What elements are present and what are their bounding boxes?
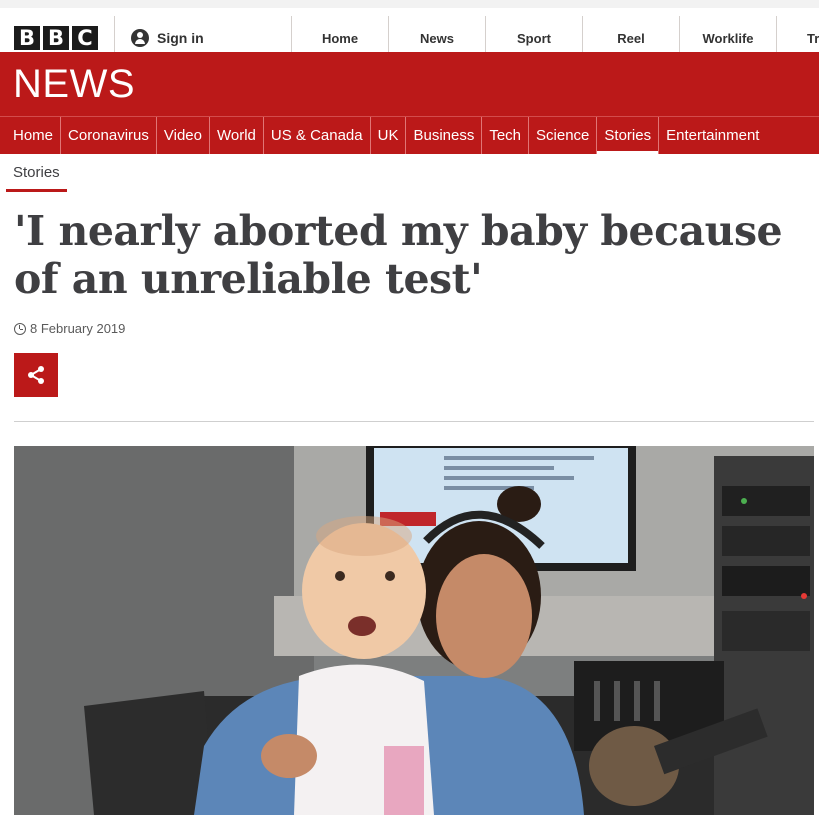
subnav-entertainment[interactable]: Entertainment (659, 117, 766, 154)
share-button[interactable] (14, 353, 58, 397)
share-icon (28, 366, 44, 384)
divider (14, 421, 814, 422)
section-navigation: Home Coronavirus Video World US & Canada… (0, 116, 819, 154)
subnav-uk[interactable]: UK (371, 117, 407, 154)
subnav-business[interactable]: Business (406, 117, 483, 154)
clock-icon (14, 322, 26, 335)
subnav-us-canada[interactable]: US & Canada (264, 117, 371, 154)
subnav-world[interactable]: World (210, 117, 264, 154)
subnav-stories[interactable]: Stories (597, 117, 660, 154)
bbc-logo-letter: B (43, 26, 69, 50)
hero-image (14, 446, 814, 815)
news-banner: NEWS (0, 52, 819, 116)
subnav-home[interactable]: Home (0, 117, 62, 154)
user-icon (131, 29, 149, 47)
section-label-stories[interactable]: Stories (6, 154, 67, 192)
article-date-text: 8 February 2019 (30, 321, 126, 336)
subnav-video[interactable]: Video (157, 117, 210, 154)
bbc-logo-letter: B (14, 26, 40, 50)
top-masthead: B B C Sign in Home News Sport Reel Workl… (0, 0, 819, 60)
bbc-logo-letter: C (72, 26, 98, 50)
hero-photo-illustration (14, 446, 814, 815)
article-headline: 'I nearly aborted my baby because of an … (14, 207, 783, 303)
news-wordmark-link[interactable]: NEWS (13, 62, 135, 107)
sign-in-label: Sign in (157, 30, 204, 46)
article-date: 8 February 2019 (14, 321, 125, 336)
subnav-science[interactable]: Science (529, 117, 598, 154)
subnav-tech[interactable]: Tech (482, 117, 530, 154)
subnav-coronavirus[interactable]: Coronavirus (61, 117, 157, 154)
